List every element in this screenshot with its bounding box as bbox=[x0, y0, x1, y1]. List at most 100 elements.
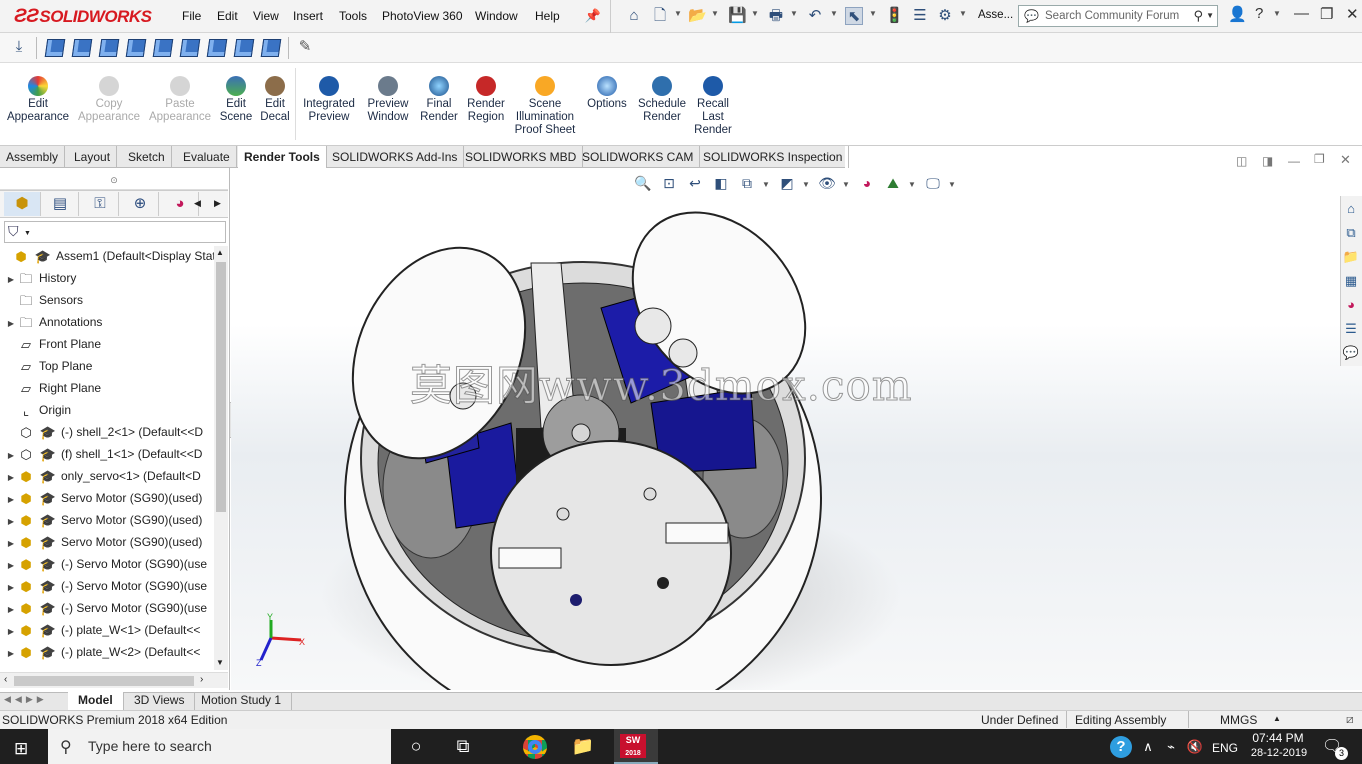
search-icon[interactable]: ⚲ bbox=[1193, 8, 1203, 24]
undo-dropdown-icon[interactable]: ▼ bbox=[830, 9, 838, 18]
open-dropdown-icon[interactable]: ▼ bbox=[711, 9, 719, 18]
select-dropdown-icon[interactable]: ▼ bbox=[869, 9, 877, 18]
custom-properties-icon[interactable]: ☰ bbox=[1342, 320, 1360, 338]
tree-item[interactable]: ▶ ⬢ 🎓 (-) Servo Motor (SG90)(use bbox=[0, 575, 214, 597]
zoom-to-area-icon[interactable]: ⊡ bbox=[660, 174, 678, 192]
zoom-to-fit-icon[interactable]: 🔍 bbox=[634, 174, 652, 192]
tree-item[interactable]: ⬡ 🎓 (-) shell_2<1> (Default<<D bbox=[0, 421, 214, 443]
options-gear-icon[interactable]: ⚙ bbox=[936, 7, 954, 25]
measure-icon[interactable]: ✎ bbox=[296, 38, 314, 56]
configurationmanager-tab-icon[interactable]: ⚿ bbox=[82, 192, 119, 216]
scroll-down-icon[interactable]: ▼ bbox=[216, 658, 224, 667]
undo-icon[interactable]: ↶ bbox=[806, 7, 824, 25]
menu-insert[interactable]: Insert bbox=[293, 9, 323, 23]
expand-arrow-icon[interactable]: ▶ bbox=[5, 467, 17, 487]
expand-arrow-icon[interactable]: ▶ bbox=[5, 643, 17, 663]
tree-filter-box[interactable] bbox=[4, 221, 226, 243]
viewport-tile-left-icon[interactable]: ◫ bbox=[1236, 154, 1247, 168]
tree-item[interactable]: ▶ 🗀 Annotations bbox=[0, 311, 214, 333]
view-palette-icon[interactable]: ▦ bbox=[1342, 272, 1360, 290]
hscroll-right-icon[interactable]: › bbox=[200, 674, 203, 685]
units-selector[interactable]: MMGS bbox=[1220, 713, 1257, 727]
display-style-icon[interactable]: ◩ bbox=[778, 174, 796, 192]
view-dimetric-icon[interactable] bbox=[260, 39, 282, 57]
print-dropdown-icon[interactable]: ▼ bbox=[790, 9, 798, 18]
tab-scroll-left-icon[interactable]: ◀ bbox=[194, 198, 201, 209]
hscroll-left-icon[interactable]: ‹ bbox=[4, 674, 7, 685]
tree-item[interactable]: ▶ ⬢ 🎓 (-) Servo Motor (SG90)(use bbox=[0, 553, 214, 575]
task-view-icon[interactable]: ⧉ bbox=[448, 736, 478, 757]
hide-show-dropdown-icon[interactable]: ▼ bbox=[842, 180, 850, 189]
forum-icon[interactable]: 💬 bbox=[1342, 344, 1360, 362]
apply-scene-dropdown-icon[interactable]: ▼ bbox=[908, 180, 916, 189]
command-tab-layout[interactable]: Layout bbox=[68, 146, 118, 168]
file-explorer-icon[interactable]: 📁 bbox=[1342, 248, 1360, 266]
design-library-icon[interactable]: ⧉ bbox=[1342, 224, 1360, 242]
home-icon[interactable]: ⌂ bbox=[625, 7, 643, 25]
tab-model[interactable]: Model bbox=[68, 692, 124, 710]
file-properties-icon[interactable]: ☰ bbox=[911, 7, 929, 25]
command-tab-solidworks-add-ins[interactable]: SOLIDWORKS Add-Ins bbox=[326, 146, 465, 168]
apply-scene-icon[interactable]: ⛰ bbox=[884, 174, 902, 192]
ribbon-button-illumination[interactable]: Scene Illumination Proof Sheet bbox=[511, 76, 579, 137]
tab-scroll-right-icon[interactable]: ▶ bbox=[214, 198, 221, 209]
ribbon-button-integrated-preview[interactable]: Integrated Preview bbox=[295, 76, 363, 124]
help-dropdown-icon[interactable]: ▼ bbox=[1273, 9, 1281, 18]
save-icon[interactable]: 💾 bbox=[728, 7, 747, 25]
menu-photoview[interactable]: PhotoView 360 bbox=[382, 9, 463, 23]
ribbon-button-recall[interactable]: Recall Last Render bbox=[679, 76, 747, 137]
minimize-icon[interactable]: — bbox=[1294, 5, 1309, 22]
filter-dropdown-icon[interactable]: ▼ bbox=[24, 230, 31, 237]
tree-hscroll-thumb[interactable] bbox=[14, 676, 194, 686]
options-dropdown-icon[interactable]: ▼ bbox=[959, 9, 967, 18]
view-top-icon[interactable] bbox=[152, 39, 174, 57]
volume-muted-icon[interactable]: 🔇 bbox=[1180, 739, 1210, 755]
tree-item[interactable]: 🗀 Sensors bbox=[0, 289, 214, 311]
appearances-scenes-icon[interactable]: ◕ bbox=[1342, 296, 1360, 314]
search-input[interactable]: 💬 Search Community Forum ⚲ ▼ bbox=[1018, 5, 1218, 27]
menu-edit[interactable]: Edit bbox=[217, 9, 238, 23]
expand-arrow-icon[interactable]: ▶ bbox=[5, 313, 17, 333]
command-tab-evaluate[interactable]: Evaluate bbox=[177, 146, 237, 168]
view-orientation-icon[interactable]: ⧉ bbox=[738, 174, 756, 192]
tree-item[interactable]: ▱ Front Plane bbox=[0, 333, 214, 355]
previous-view-icon[interactable]: ↩ bbox=[686, 174, 704, 192]
tree-item[interactable]: ▱ Top Plane bbox=[0, 355, 214, 377]
tree-item[interactable]: ▶ ⬢ 🎓 (-) plate_W<1> (Default<< bbox=[0, 619, 214, 641]
view-isometric-icon[interactable] bbox=[206, 39, 228, 57]
viewport-close-icon[interactable]: ✕ bbox=[1340, 152, 1351, 168]
taskbar-date[interactable]: 28-12-2019 bbox=[1248, 747, 1310, 759]
expand-arrow-icon[interactable]: ▶ bbox=[5, 555, 17, 575]
status-help-icon[interactable]: ⧄ bbox=[1346, 712, 1354, 727]
chrome-icon[interactable] bbox=[523, 735, 547, 759]
insert-component-icon[interactable]: ⤓ bbox=[10, 38, 28, 56]
command-tab-solidworks-mbd[interactable]: SOLIDWORKS MBD bbox=[459, 146, 584, 168]
select-icon[interactable]: ⬉ bbox=[845, 7, 863, 25]
search-dropdown-icon[interactable]: ▼ bbox=[1206, 11, 1214, 20]
menu-view[interactable]: View bbox=[253, 9, 279, 23]
expand-arrow-icon[interactable]: ▶ bbox=[5, 621, 17, 641]
new-dropdown-icon[interactable]: ▼ bbox=[674, 9, 682, 18]
view-trimetric-icon[interactable] bbox=[233, 39, 255, 57]
view-back-icon[interactable] bbox=[71, 39, 93, 57]
view-left-icon[interactable] bbox=[98, 39, 120, 57]
filter-icon[interactable]: ⛉ bbox=[8, 223, 19, 240]
expand-arrow-icon[interactable]: ▶ bbox=[5, 577, 17, 597]
tab-motion-study[interactable]: Motion Study 1 bbox=[191, 692, 293, 710]
featuremanager-tab-icon[interactable]: ⬢ bbox=[4, 192, 41, 216]
windows-start-icon[interactable]: ⊞ bbox=[14, 739, 28, 759]
taskbar-time[interactable]: 07:44 PM bbox=[1250, 731, 1306, 745]
help-icon[interactable]: ? bbox=[1255, 5, 1263, 22]
close-icon[interactable]: ✕ bbox=[1346, 5, 1359, 23]
solidworks-resources-icon[interactable]: ⌂ bbox=[1342, 200, 1360, 218]
menu-window[interactable]: Window bbox=[475, 9, 518, 23]
rebuild-icon[interactable]: 🚦 bbox=[885, 7, 904, 25]
scroll-up-icon[interactable]: ▲ bbox=[216, 248, 224, 257]
view-orientation-dropdown-icon[interactable]: ▼ bbox=[762, 180, 770, 189]
hide-show-items-icon[interactable]: 👁 bbox=[818, 174, 836, 192]
section-view-icon[interactable]: ◧ bbox=[712, 174, 730, 192]
tab-navigation-arrows[interactable]: ◀◀▶▶ bbox=[4, 694, 48, 705]
view-settings-icon[interactable]: 🖵 bbox=[924, 174, 942, 192]
view-right-icon[interactable] bbox=[125, 39, 147, 57]
restore-icon[interactable]: ❐ bbox=[1320, 5, 1333, 23]
